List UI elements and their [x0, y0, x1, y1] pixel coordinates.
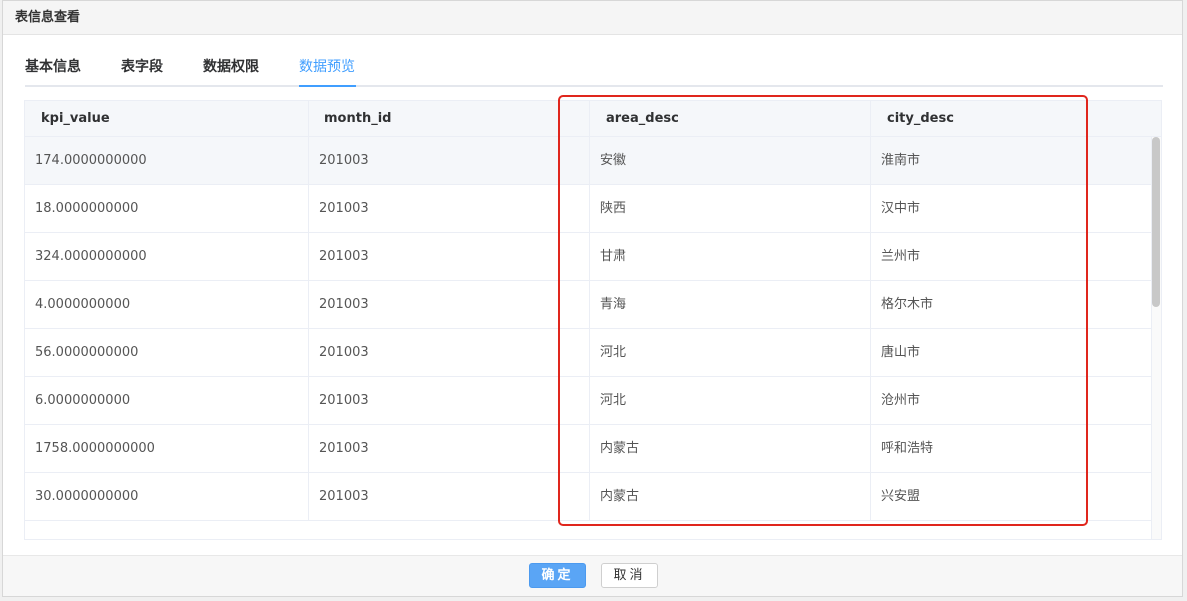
cell-month-id: 201003 [309, 425, 590, 472]
cell-city-desc: 淮南市 [881, 153, 921, 168]
table-row[interactable]: 6.0000000000 201003 河北 沧州市 [25, 377, 1151, 425]
tab-basic-info[interactable]: 基本信息 [25, 47, 81, 85]
cell-kpi-value: 56.0000000000 [25, 329, 309, 376]
table-row[interactable]: 174.0000000000 201003 安徽 淮南市 [25, 137, 1151, 185]
cell-city-desc: 唐山市 [881, 345, 921, 360]
table-header: kpi_value month_id area_desc city_desc [25, 101, 1151, 137]
cell-area-desc: 甘肃 [590, 233, 871, 280]
table-body: 174.0000000000 201003 安徽 淮南市 18.0000000000 20… [25, 137, 1151, 521]
cell-area-desc: 安徽 [590, 137, 871, 184]
scroll-corner [1151, 101, 1161, 137]
cell-area-desc: 河北 [590, 329, 871, 376]
cell-month-id: 201003 [309, 377, 590, 424]
cell-area-desc: 青海 [590, 281, 871, 328]
table-row[interactable]: 30.0000000000 201003 内蒙古 兴安盟 [25, 473, 1151, 521]
cell-city-desc: 兴安盟 [881, 489, 921, 504]
tab-bar: 基本信息 表字段 数据权限 数据预览 [25, 47, 1163, 87]
cell-kpi-value: 30.0000000000 [25, 473, 309, 520]
table-row[interactable]: 324.0000000000 201003 甘肃 兰州市 [25, 233, 1151, 281]
table-row[interactable]: 1758.0000000000 201003 内蒙古 呼和浩特 [25, 425, 1151, 473]
column-header-month-id[interactable]: month_id [309, 101, 590, 136]
tab-data-permissions[interactable]: 数据权限 [203, 47, 259, 85]
column-header-kpi-value[interactable]: kpi_value [25, 101, 309, 136]
cell-area-desc: 陕西 [590, 185, 871, 232]
table-row[interactable]: 56.0000000000 201003 河北 唐山市 [25, 329, 1151, 377]
cell-city-desc: 呼和浩特 [881, 441, 934, 456]
tab-data-preview[interactable]: 数据预览 [299, 47, 355, 85]
cell-area-desc: 内蒙古 [590, 473, 871, 520]
cancel-button[interactable]: 取消 [601, 563, 658, 588]
cell-city-desc: 格尔木市 [881, 297, 934, 312]
active-tab-indicator [299, 85, 356, 87]
cell-month-id: 201003 [309, 329, 590, 376]
confirm-button[interactable]: 确定 [529, 563, 586, 588]
column-header-area-desc[interactable]: area_desc [590, 101, 871, 136]
cell-month-id: 201003 [309, 281, 590, 328]
cell-month-id: 201003 [309, 185, 590, 232]
cell-city-desc: 沧州市 [881, 393, 921, 408]
cell-area-desc: 内蒙古 [590, 425, 871, 472]
cell-kpi-value: 18.0000000000 [25, 185, 309, 232]
cell-month-id: 201003 [309, 473, 590, 520]
cell-area-desc: 河北 [590, 377, 871, 424]
table-row[interactable]: 4.0000000000 201003 青海 格尔木市 [25, 281, 1151, 329]
tab-table-fields[interactable]: 表字段 [121, 47, 163, 85]
cell-kpi-value: 324.0000000000 [25, 233, 309, 280]
cell-month-id: 201003 [309, 137, 590, 184]
scrollbar-thumb[interactable] [1152, 137, 1160, 307]
dialog-footer: 确定 取消 [3, 555, 1182, 596]
cell-kpi-value: 6.0000000000 [25, 377, 309, 424]
cell-month-id: 201003 [309, 233, 590, 280]
table-row[interactable]: 18.0000000000 201003 陕西 汉中市 [25, 185, 1151, 233]
cell-kpi-value: 1758.0000000000 [25, 425, 309, 472]
cell-city-desc: 汉中市 [881, 201, 921, 216]
column-header-city-desc[interactable]: city_desc [871, 101, 1151, 136]
data-preview-table: kpi_value month_id area_desc city_desc 1… [24, 100, 1162, 540]
cell-kpi-value: 4.0000000000 [25, 281, 309, 328]
cell-city-desc: 兰州市 [881, 249, 921, 264]
cell-kpi-value: 174.0000000000 [25, 137, 309, 184]
dialog-title: 表信息查看 [3, 1, 1182, 35]
